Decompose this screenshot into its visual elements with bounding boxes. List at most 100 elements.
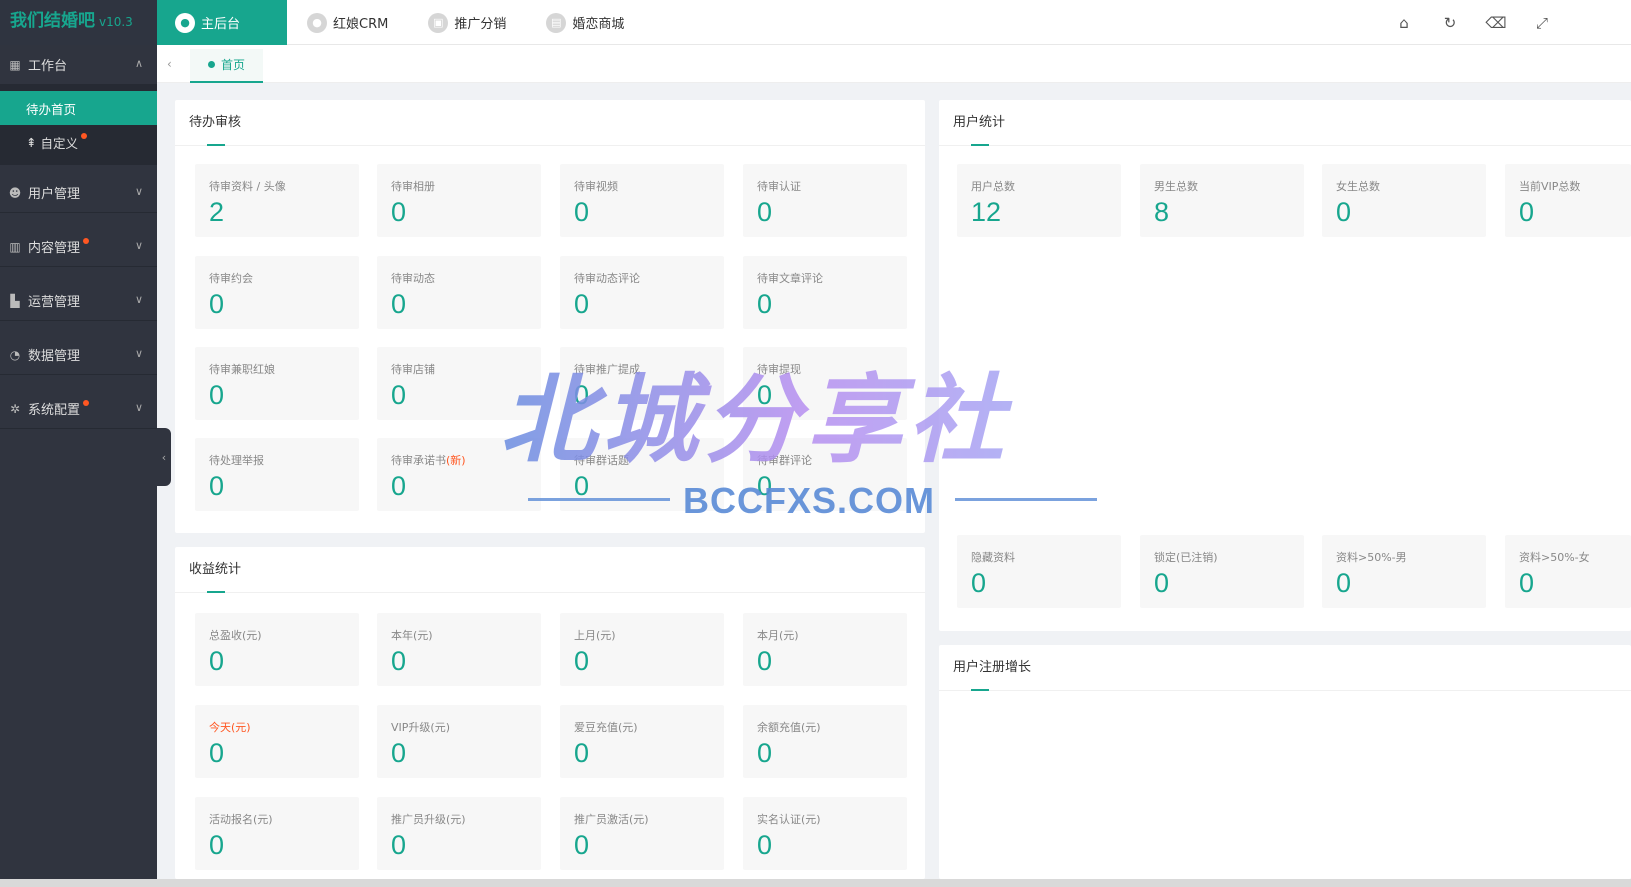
sidebar-group-content[interactable]: ▥ 内容管理 ∨ [0, 227, 157, 267]
stat-card[interactable]: 待审提现 0 [743, 347, 907, 420]
notification-dot [83, 237, 90, 244]
pending-review-panel: 待办审核 待审资料 / 头像 2 待审相册 0 待审视频 0 待审认证 0 待审约会 0 … [175, 100, 925, 533]
stat-card[interactable]: 本月(元) 0 [743, 613, 907, 686]
stat-card[interactable]: 余额充值(元) 0 [743, 705, 907, 778]
sidebar-group-settings[interactable]: ✲ 系统配置 ∨ [0, 389, 157, 429]
clear-icon[interactable]: ⌫ [1485, 14, 1506, 32]
stat-card[interactable]: 当前VIP总数 0 [1505, 164, 1631, 237]
stat-value: 0 [209, 830, 225, 860]
brand-logo[interactable]: 我们结婚吧 v10.3 [0, 0, 157, 45]
stat-card[interactable]: 待审文章评论 0 [743, 256, 907, 329]
tab-matchmaker-crm[interactable]: ● 红娘CRM [287, 0, 408, 45]
sidebar-group-label: 运营管理 [28, 295, 81, 310]
stat-card[interactable]: 待审群话题 0 [560, 438, 724, 511]
stat-card[interactable]: 待审视频 0 [560, 164, 724, 237]
tab-home-page[interactable]: 首页 [190, 49, 264, 83]
tab-shop[interactable]: ▤ 婚恋商城 [526, 0, 644, 45]
stat-card[interactable]: 待审群评论 0 [743, 438, 907, 511]
top-bar: 我们结婚吧 v10.3 ● 主后台 ● 红娘CRM ▣ 推广分销 ▤ 婚恋商城 ⌂… [0, 0, 1631, 45]
chevron-left-icon[interactable]: ‹ [167, 57, 172, 71]
stat-card[interactable]: 推广员升级(元) 0 [377, 797, 541, 870]
stat-card[interactable]: 活动报名(元) 0 [195, 797, 359, 870]
sidebar-group-operations[interactable]: ▙ 运营管理 ∨ [0, 281, 157, 321]
stat-value: 0 [1336, 568, 1352, 598]
fullscreen-icon[interactable]: ⤢ [1533, 14, 1551, 32]
brand-version: v10.3 [99, 15, 133, 29]
stat-card[interactable]: 待审兼职红娘 0 [195, 347, 359, 420]
stat-value: 0 [1519, 197, 1535, 227]
stat-value: 2 [209, 197, 225, 227]
panel-title: 待办审核 [175, 100, 925, 146]
stat-card[interactable]: 资料>50%-女 0 [1505, 535, 1631, 608]
sidebar-item-label: 待办首页 [26, 101, 77, 117]
stat-card[interactable]: 锁定(已注销) 0 [1140, 535, 1304, 608]
stat-card[interactable]: 爱豆充值(元) 0 [560, 705, 724, 778]
stat-card[interactable]: 待审承诺书(新) 0 [377, 438, 541, 511]
stat-card[interactable]: 男生总数 8 [1140, 164, 1304, 237]
stat-card[interactable]: 实名认证(元) 0 [743, 797, 907, 870]
chevron-down-icon: ∨ [134, 347, 143, 360]
stat-card[interactable]: 本年(元) 0 [377, 613, 541, 686]
tab-main-backend[interactable]: ● 主后台 [157, 0, 287, 45]
sidebar-group-workbench[interactable]: ▦ 工作台 ∧ [0, 45, 157, 85]
chevron-down-icon: ∨ [134, 239, 143, 252]
home-icon[interactable]: ⌂ [1395, 14, 1413, 32]
stat-label: 女生总数 [1336, 180, 1380, 193]
stat-card[interactable]: 待审约会 0 [195, 256, 359, 329]
stat-label-text: 待审承诺书 [391, 454, 446, 467]
stat-card[interactable]: 待审认证 0 [743, 164, 907, 237]
stat-card[interactable]: 资料>50%-男 0 [1322, 535, 1486, 608]
pie-chart-icon: ◔ [9, 347, 21, 362]
stat-value: 0 [757, 197, 773, 227]
stat-label: 上月(元) [574, 629, 616, 642]
sidebar-collapse-handle[interactable]: ‹ [157, 428, 171, 486]
tab-promotion[interactable]: ▣ 推广分销 [408, 0, 526, 45]
stat-label: 待审动态 [391, 272, 435, 285]
stat-value: 0 [209, 738, 225, 768]
chevron-down-icon: ∨ [134, 185, 143, 198]
top-nav: ● 主后台 ● 红娘CRM ▣ 推广分销 ▤ 婚恋商城 [157, 0, 644, 45]
stat-label: 用户总数 [971, 180, 1015, 193]
stat-card[interactable]: VIP升级(元) 0 [377, 705, 541, 778]
registration-growth-panel: 用户注册增长 [939, 645, 1631, 879]
stat-card[interactable]: 今天(元) 0 [195, 705, 359, 778]
refresh-icon[interactable]: ↻ [1441, 14, 1459, 32]
stat-card[interactable]: 待处理举报 0 [195, 438, 359, 511]
stat-value: 8 [1154, 197, 1170, 227]
stat-card[interactable]: 待审资料 / 头像 2 [195, 164, 359, 237]
stat-value: 12 [971, 197, 1002, 227]
stat-card[interactable]: 待审推广提成 0 [560, 347, 724, 420]
stat-label: 待审店铺 [391, 363, 435, 376]
stat-card[interactable]: 用户总数 12 [957, 164, 1121, 237]
stat-card[interactable]: 隐藏资料 0 [957, 535, 1121, 608]
stat-card[interactable]: 待审店铺 0 [377, 347, 541, 420]
stat-value: 0 [574, 738, 590, 768]
stat-card[interactable]: 待审动态 0 [377, 256, 541, 329]
sidebar-item-todo-home[interactable]: 待办首页 [0, 91, 157, 125]
stat-label: 待审提现 [757, 363, 801, 376]
sidebar-group-users[interactable]: ☻ 用户管理 ∨ [0, 173, 157, 213]
chevron-down-icon: ∨ [134, 293, 143, 306]
stat-value: 0 [757, 380, 773, 410]
stat-card[interactable]: 推广员激活(元) 0 [560, 797, 724, 870]
stat-card[interactable]: 上月(元) 0 [560, 613, 724, 686]
shop-icon: ▤ [546, 12, 567, 33]
new-tag: (新) [446, 454, 466, 467]
stat-label: 男生总数 [1154, 180, 1198, 193]
sidebar-item-custom[interactable]: ⇞ 自定义 [0, 125, 157, 159]
grid-icon: ▦ [9, 57, 21, 72]
stat-value: 0 [757, 738, 773, 768]
stat-value: 0 [391, 380, 407, 410]
stat-label: 待审认证 [757, 180, 801, 193]
tab-label: 红娘CRM [333, 17, 389, 32]
gear-icon: ✲ [9, 401, 21, 416]
stat-value: 0 [391, 289, 407, 319]
sidebar-group-data[interactable]: ◔ 数据管理 ∨ [0, 335, 157, 375]
stat-card[interactable]: 待审动态评论 0 [560, 256, 724, 329]
stat-card[interactable]: 待审相册 0 [377, 164, 541, 237]
sidebar-group-label: 工作台 [28, 59, 68, 74]
user-stats-panel: 用户统计 用户总数 12 男生总数 8 女生总数 0 当前VIP总数 0 隐藏资料 0 锁… [939, 100, 1631, 631]
stat-card[interactable]: 总盈收(元) 0 [195, 613, 359, 686]
stat-label: 待审群话题 [574, 454, 629, 467]
stat-card[interactable]: 女生总数 0 [1322, 164, 1486, 237]
